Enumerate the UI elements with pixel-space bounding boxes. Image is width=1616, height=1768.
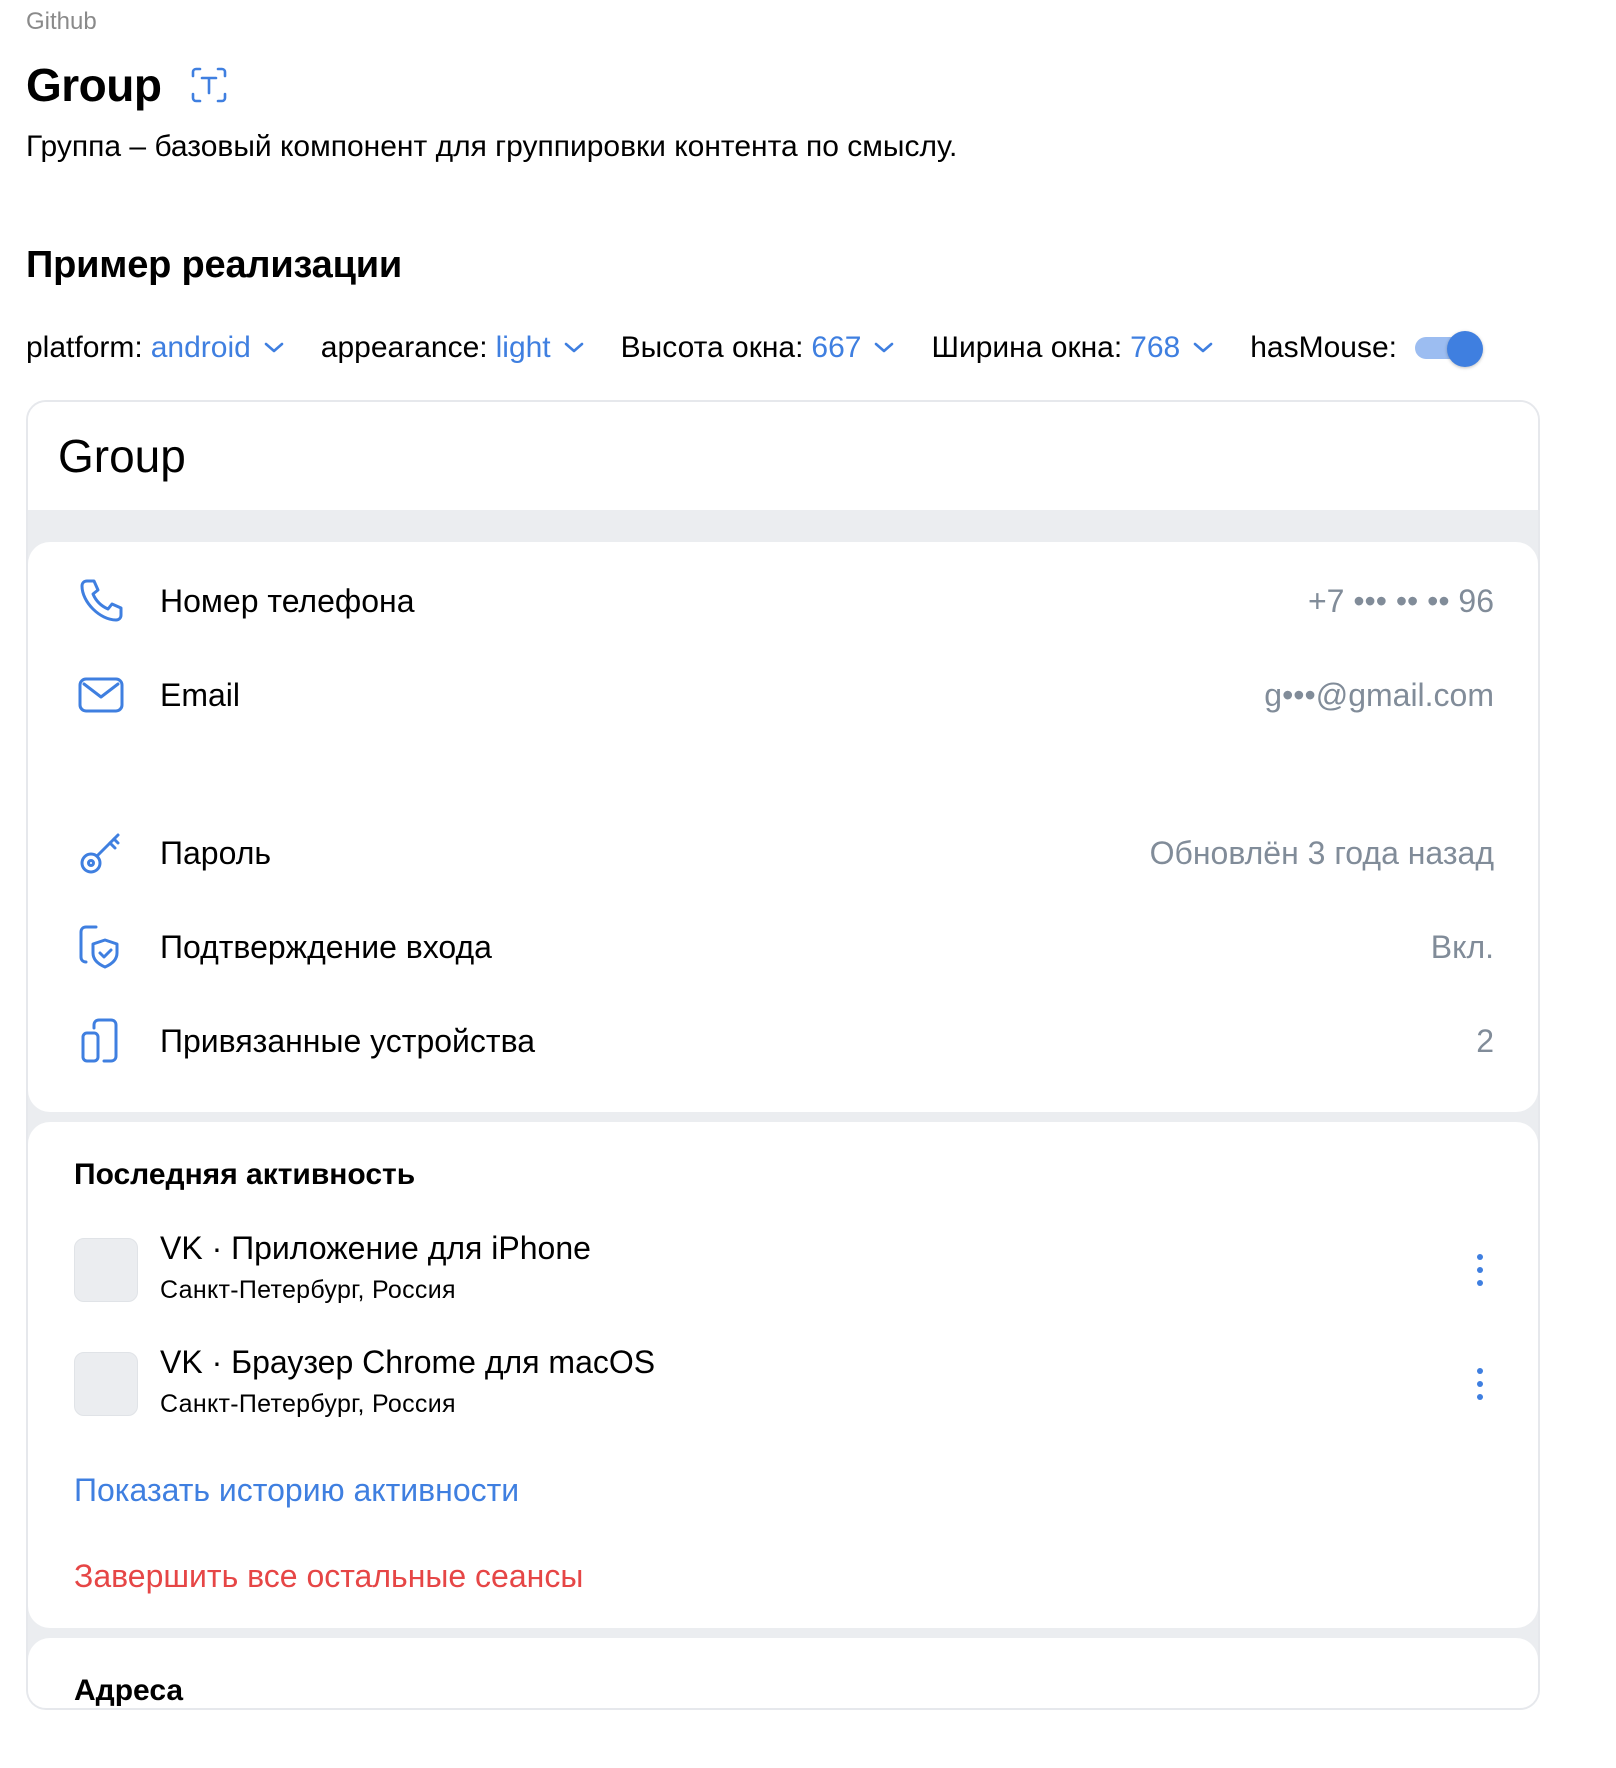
session-location: Санкт-Петербург, Россия (160, 1276, 456, 1304)
cell-label: Email (160, 676, 241, 713)
section-heading: Пример реализации (26, 244, 403, 286)
cell-label: Номер телефона (160, 582, 415, 619)
key-icon (80, 833, 120, 874)
cell-linked-devices[interactable]: Привязанные устройства 2 (28, 994, 1538, 1088)
demo-frame: Group Номер телефона +7 ••• •• •• 96 Ema… (26, 400, 1540, 1710)
cell-value: +7 ••• •• •• 96 (1307, 582, 1494, 619)
more-vertical-icon[interactable] (1470, 1362, 1490, 1406)
session-item[interactable]: VK · Браузер Chrome для macOS Санкт-Пете… (28, 1334, 1538, 1434)
show-history-link[interactable]: Показать историю активности (74, 1472, 519, 1509)
cell-label: Подтверждение входа (160, 928, 492, 965)
phone-icon (80, 579, 123, 622)
window-width-value: 768 (1130, 331, 1181, 364)
account-card: Номер телефона +7 ••• •• •• 96 Email g••… (28, 542, 1538, 1112)
session-title: VK · Приложение для iPhone (160, 1230, 591, 1266)
page-title: Group (26, 59, 162, 111)
platform-select[interactable]: platform: android (26, 331, 285, 365)
demo-body: Номер телефона +7 ••• •• •• 96 Email g••… (28, 510, 1538, 1708)
demo-panel-title: Group (58, 430, 186, 482)
cell-label: Привязанные устройства (160, 1022, 535, 1059)
devices-icon (81, 1018, 118, 1063)
end-sessions-button[interactable]: Завершить все остальные сеансы (74, 1558, 583, 1595)
cell-password[interactable]: Пароль Обновлён 3 года назад (28, 806, 1538, 900)
cell-email[interactable]: Email g•••@gmail.com (28, 648, 1538, 742)
cell-value: g•••@gmail.com (1264, 676, 1494, 713)
window-height-value: 667 (811, 331, 862, 364)
window-width-label: Ширина окна: (931, 331, 1123, 364)
appearance-select[interactable]: appearance: light (321, 331, 585, 365)
addresses-header: Адреса (74, 1674, 184, 1707)
title-row: Group (26, 58, 229, 112)
window-height-select[interactable]: Высота окна: 667 (621, 331, 896, 365)
chevron-down-icon (564, 342, 583, 353)
more-vertical-icon[interactable] (1470, 1248, 1490, 1292)
session-item[interactable]: VK · Приложение для iPhone Санкт-Петербу… (28, 1220, 1538, 1320)
window-width-select[interactable]: Ширина окна: 768 (931, 331, 1214, 365)
appearance-value: light (495, 331, 551, 364)
shield-check-icon (79, 925, 119, 969)
chevron-down-icon (875, 342, 894, 353)
has-mouse-control: hasMouse: (1250, 331, 1483, 367)
cell-value: Вкл. (1430, 928, 1494, 965)
platform-value: android (150, 331, 251, 364)
cell-label: Пароль (160, 834, 272, 871)
has-mouse-toggle[interactable] (1413, 331, 1483, 367)
cell-value: 2 (1476, 1022, 1494, 1059)
cell-value: Обновлён 3 года назад (1149, 834, 1494, 871)
window-height-label: Высота окна: (620, 331, 804, 364)
platform-label: platform: (26, 331, 143, 364)
cell-phone[interactable]: Номер телефона +7 ••• •• •• 96 (28, 554, 1538, 648)
activity-header: Последняя активность (74, 1158, 416, 1191)
chevron-down-icon (264, 342, 284, 353)
chevron-down-icon (1193, 342, 1213, 353)
toggle-thumb (1446, 331, 1483, 367)
mail-icon (78, 677, 124, 713)
appearance-label: appearance: (320, 331, 488, 364)
session-avatar (74, 1352, 138, 1416)
activity-card: Последняя активность VK · Приложение для… (28, 1122, 1538, 1628)
cell-login-confirmation[interactable]: Подтверждение входа Вкл. (28, 900, 1538, 994)
github-link[interactable]: Github (26, 8, 97, 36)
addresses-card: Адреса (28, 1638, 1538, 1708)
session-title: VK · Браузер Chrome для macOS (160, 1344, 656, 1380)
session-avatar (74, 1238, 138, 1302)
has-mouse-label: hasMouse: (1250, 331, 1397, 364)
text-select-icon[interactable] (189, 65, 229, 105)
demo-panel-header: Group (28, 402, 1538, 510)
session-location: Санкт-Петербург, Россия (160, 1390, 456, 1418)
component-description: Группа – базовый компонент для группиров… (26, 130, 958, 163)
demo-controls: platform: android appearance: light Высо… (26, 328, 1483, 368)
